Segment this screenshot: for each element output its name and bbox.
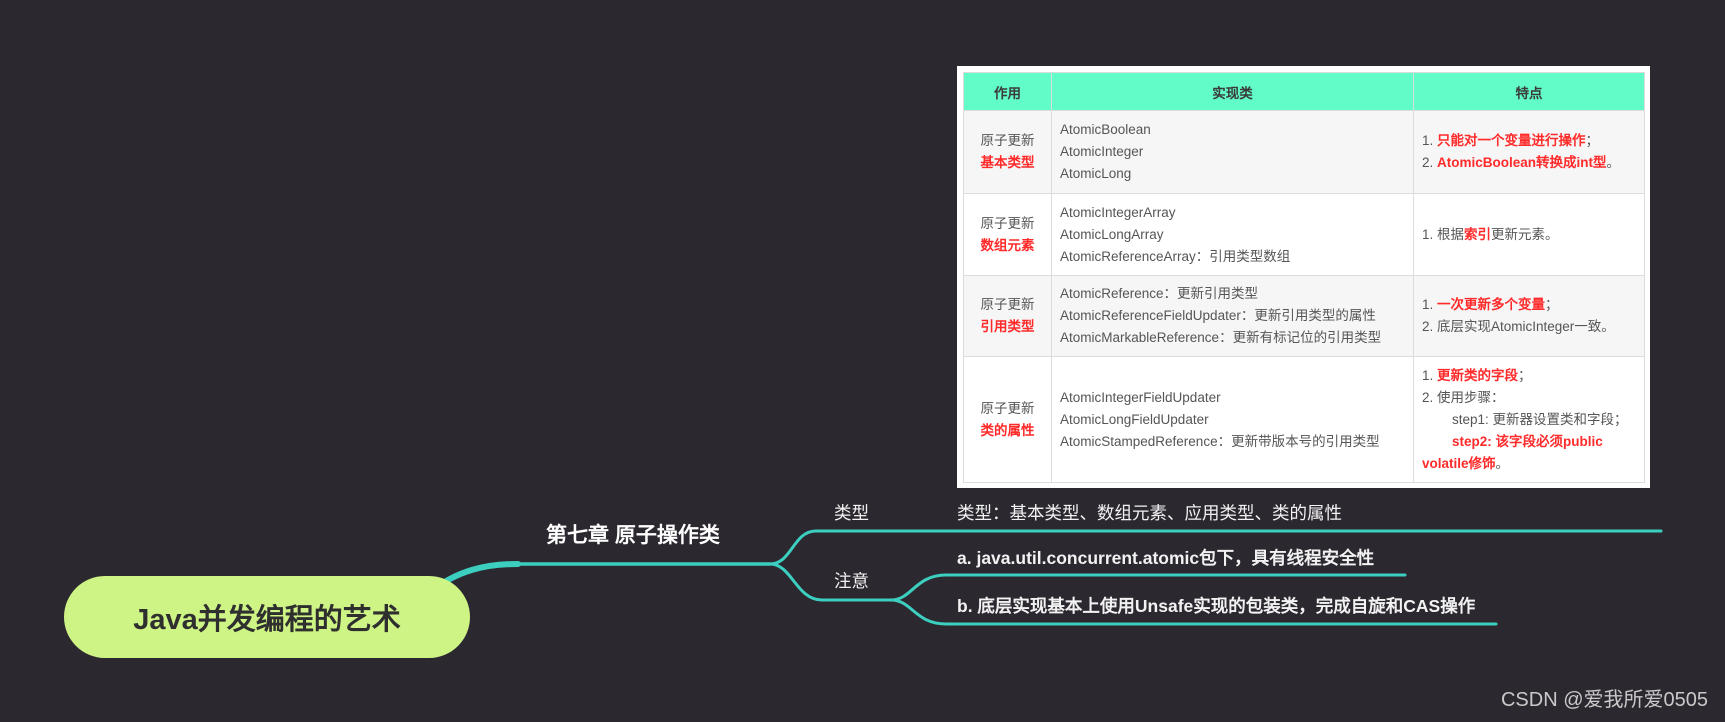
feature-line: 2. 使用步骤： — [1422, 387, 1639, 409]
classes-cell: AtomicBoolean AtomicInteger AtomicLong — [1051, 110, 1414, 194]
class-name: AtomicMarkableReference：更新有标记位的引用类型 — [1060, 330, 1382, 345]
root-node-label: Java并发编程的艺术 — [133, 604, 401, 636]
purpose-text: 原子更新 — [980, 133, 1035, 148]
feature-highlight: 更新类的字段 — [1437, 367, 1519, 383]
root-node[interactable]: Java并发编程的艺术 — [64, 576, 470, 658]
purpose-text: 原子更新 — [980, 297, 1035, 312]
purpose-cell: 原子更新 引用类型 — [963, 275, 1052, 357]
class-name: AtomicBoolean — [1060, 122, 1151, 137]
class-name: AtomicReference：更新引用类型 — [1060, 286, 1259, 301]
feature-text: ； — [1545, 297, 1559, 312]
table-row: 原子更新 引用类型 AtomicReference：更新引用类型 AtomicR… — [963, 275, 1645, 357]
feature-step-line: step1: 更新器设置类和字段； — [1422, 409, 1639, 431]
feature-text: 1. — [1422, 367, 1438, 383]
class-name: AtomicLong — [1060, 166, 1132, 181]
purpose-cell: 原子更新 基本类型 — [963, 110, 1052, 194]
table-image: 作用 实现类 特点 原子更新 基本类型 AtomicBoolean Atomic… — [957, 66, 1650, 488]
chapter-node[interactable]: 第七章 原子操作类 — [546, 523, 720, 549]
type-node[interactable]: 类型 — [834, 502, 869, 524]
feature-line: 1. 根据索引更新元素。 — [1422, 224, 1639, 246]
feature-line: 2. 底层实现AtomicInteger一致。 — [1422, 316, 1639, 338]
feature-line: 1. 只能对一个变量进行操作； — [1422, 130, 1639, 152]
feature-step-line: step2: 该字段必须public volatile修饰。 — [1422, 431, 1639, 475]
purpose-cell: 原子更新 数组元素 — [963, 193, 1052, 276]
header-purpose: 作用 — [963, 72, 1052, 111]
feature-text: 2. 使用步骤： — [1422, 389, 1505, 405]
feature-text: step1: 更新器设置类和字段； — [1452, 411, 1628, 427]
class-name: AtomicReferenceArray：引用类型数组 — [1060, 248, 1291, 264]
feature-highlight: AtomicBoolean转换成int型 — [1437, 155, 1607, 170]
feature-text: 1. — [1422, 297, 1438, 312]
feature-text: 1. — [1422, 133, 1438, 148]
atomic-classes-table: 作用 实现类 特点 原子更新 基本类型 AtomicBoolean Atomic… — [963, 72, 1645, 483]
feature-text: 2. — [1422, 155, 1438, 170]
class-name: AtomicStampedReference：更新带版本号的引用类型 — [1060, 433, 1380, 449]
table-header-row: 作用 实现类 特点 — [963, 72, 1645, 111]
table-row: 原子更新 基本类型 AtomicBoolean AtomicInteger At… — [963, 110, 1645, 194]
header-features: 特点 — [1413, 72, 1645, 111]
purpose-text: 原子更新 — [980, 400, 1035, 416]
classes-cell: AtomicReference：更新引用类型 AtomicReferenceFi… — [1051, 275, 1414, 357]
features-cell: 1. 只能对一个变量进行操作； 2. AtomicBoolean转换成int型。 — [1413, 110, 1645, 194]
header-classes: 实现类 — [1051, 72, 1414, 111]
feature-line: 2. AtomicBoolean转换成int型。 — [1422, 152, 1639, 174]
feature-text: 1. 根据 — [1422, 226, 1465, 242]
feature-highlight: 只能对一个变量进行操作 — [1437, 133, 1586, 148]
watermark: CSDN @爱我所爱0505 — [1500, 689, 1708, 711]
connector-chapter-to-note — [768, 562, 893, 602]
feature-highlight: step2: 该字段必须public volatile修饰 — [1422, 433, 1603, 471]
feature-highlight: 一次更新多个变量 — [1437, 297, 1546, 312]
classes-cell: AtomicIntegerArray AtomicLongArray Atomi… — [1051, 193, 1414, 276]
class-name: AtomicReferenceFieldUpdater：更新引用类型的属性 — [1060, 308, 1376, 323]
feature-text: 。 — [1495, 455, 1510, 471]
purpose-highlight: 引用类型 — [980, 319, 1035, 334]
feature-text: 更新元素。 — [1491, 226, 1559, 242]
purpose-highlight: 数组元素 — [980, 237, 1035, 253]
feature-highlight: 索引 — [1464, 226, 1492, 242]
table-row: 原子更新 数组元素 AtomicIntegerArray AtomicLongA… — [963, 193, 1645, 276]
class-name: AtomicIntegerFieldUpdater — [1060, 389, 1221, 405]
features-cell: 1. 更新类的字段； 2. 使用步骤： step1: 更新器设置类和字段； st… — [1413, 356, 1645, 483]
features-cell: 1. 根据索引更新元素。 — [1413, 193, 1645, 276]
purpose-highlight: 基本类型 — [980, 155, 1035, 170]
class-name: AtomicLongArray — [1060, 226, 1164, 242]
class-name: AtomicInteger — [1060, 144, 1144, 159]
feature-text: ； — [1518, 367, 1532, 383]
classes-cell: AtomicIntegerFieldUpdater AtomicLongFiel… — [1051, 356, 1414, 483]
type-content-node[interactable]: 类型：基本类型、数组元素、应用类型、类的属性 — [957, 502, 1342, 524]
table-row: 原子更新 类的属性 AtomicIntegerFieldUpdater Atom… — [963, 356, 1645, 483]
purpose-text: 原子更新 — [980, 215, 1035, 231]
note-item-a[interactable]: a. java.util.concurrent.atomic包下，具有线程安全性 — [957, 547, 1374, 569]
class-name: AtomicIntegerArray — [1060, 204, 1176, 220]
feature-text: 2. 底层实现AtomicInteger一致。 — [1422, 319, 1615, 334]
class-name: AtomicLongFieldUpdater — [1060, 411, 1209, 427]
feature-line: 1. 一次更新多个变量； — [1422, 294, 1639, 316]
purpose-highlight: 类的属性 — [980, 422, 1035, 438]
note-node[interactable]: 注意 — [834, 570, 869, 592]
feature-text: 。 — [1606, 155, 1621, 170]
purpose-cell: 原子更新 类的属性 — [963, 356, 1052, 483]
feature-text: ； — [1585, 133, 1600, 148]
features-cell: 1. 一次更新多个变量； 2. 底层实现AtomicInteger一致。 — [1413, 275, 1645, 357]
note-item-b[interactable]: b. 底层实现基本上使用Unsafe实现的包装类，完成自旋和CAS操作 — [957, 595, 1475, 617]
feature-line: 1. 更新类的字段； — [1422, 365, 1639, 387]
